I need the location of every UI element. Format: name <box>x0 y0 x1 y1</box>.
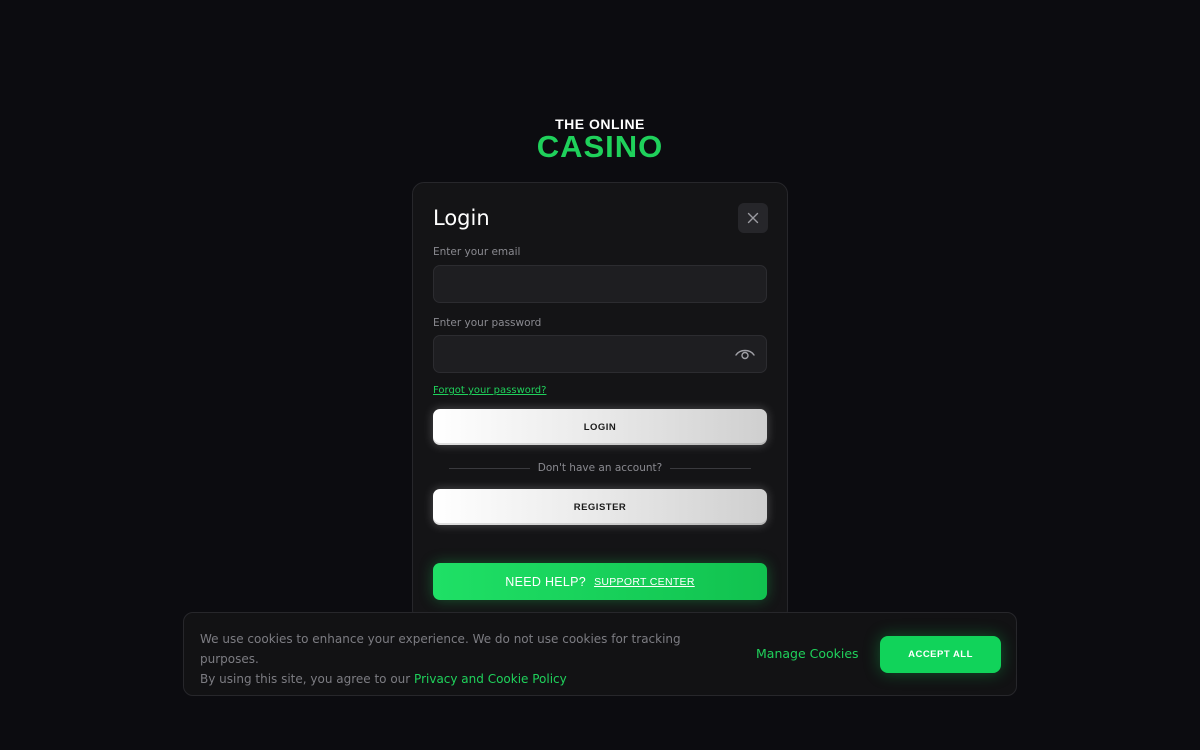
login-modal: Login Enter your email Enter your passwo… <box>412 182 788 622</box>
email-label: Enter your email <box>433 246 521 258</box>
login-button[interactable]: LOGIN <box>433 409 767 445</box>
cookie-text: We use cookies to enhance your experienc… <box>200 629 740 689</box>
eye-icon[interactable] <box>734 346 756 362</box>
divider: Don't have an account? <box>449 461 751 475</box>
forgot-password-link[interactable]: Forgot your password? <box>433 385 546 396</box>
divider-line-right <box>670 467 751 469</box>
email-field-wrapper <box>433 265 767 303</box>
modal-title: Login <box>433 206 490 230</box>
close-icon <box>747 212 759 224</box>
password-label: Enter your password <box>433 317 542 329</box>
divider-line-left <box>449 467 530 469</box>
help-button[interactable]: NEED HELP? SUPPORT CENTER <box>433 563 767 600</box>
password-field-wrapper <box>433 335 767 373</box>
password-field[interactable] <box>434 336 766 372</box>
manage-cookies-button[interactable]: Manage Cookies <box>756 646 859 661</box>
divider-text: Don't have an account? <box>537 462 663 474</box>
site-logo[interactable]: THE ONLINE CASINO <box>0 116 1200 164</box>
privacy-policy-link[interactable]: Privacy and Cookie Policy <box>414 672 567 686</box>
page: THE ONLINE CASINO Login Enter your email… <box>0 0 1200 750</box>
logo-line-2: CASINO <box>536 129 664 164</box>
register-button[interactable]: REGISTER <box>433 489 767 525</box>
help-text: NEED HELP? <box>505 574 587 589</box>
cookie-banner: We use cookies to enhance your experienc… <box>183 612 1017 696</box>
cookie-text-line-1: We use cookies to enhance your experienc… <box>200 632 681 666</box>
email-field[interactable] <box>434 266 766 302</box>
accept-all-button[interactable]: ACCEPT ALL <box>880 636 1001 673</box>
close-button[interactable] <box>738 203 768 233</box>
cookie-text-prefix: By using this site, you agree to our <box>200 672 411 686</box>
support-center-link[interactable]: SUPPORT CENTER <box>594 576 695 588</box>
cookie-text-line-2: By using this site, you agree to our Pri… <box>200 669 740 689</box>
